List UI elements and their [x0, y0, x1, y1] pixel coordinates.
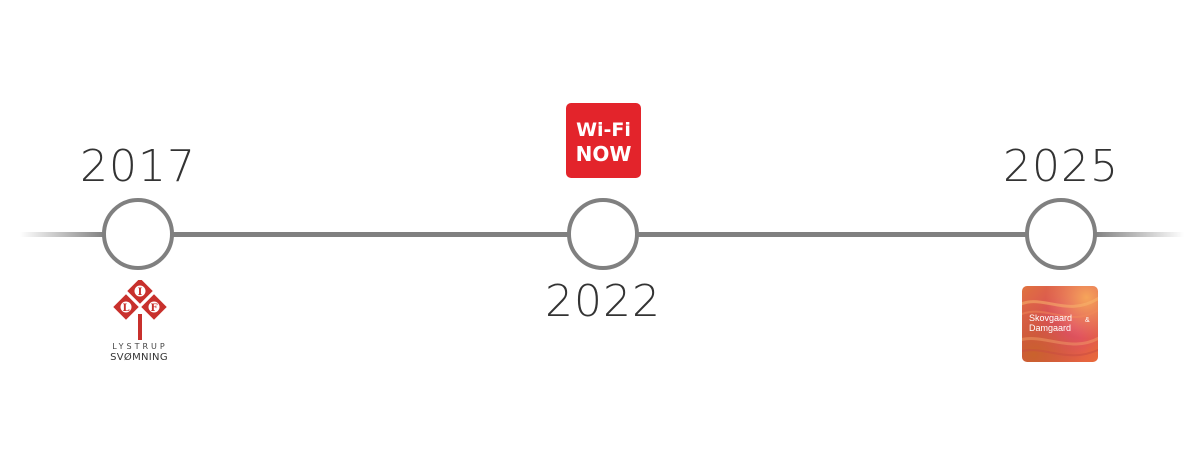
clover-icon: I L F — [113, 278, 167, 340]
timeline-line-fade-left — [20, 232, 105, 237]
logo-text-wifi: Wi-Fi — [576, 119, 631, 141]
year-label-2022: 2022 — [545, 276, 661, 327]
logo-text-svomning: SVØMNING — [110, 352, 168, 363]
logo-text-lystrup: LYSTRUP — [112, 342, 168, 351]
logo-letter-i: I — [138, 287, 143, 298]
skovgaard-damgaard-logo: Skovgaard Damgaard & — [1022, 286, 1098, 362]
logo-text-ampersand: & — [1085, 317, 1090, 324]
lystrup-svomning-logo: I L F LYSTRUP SVØMNING — [100, 278, 180, 370]
logo-text-damgaard: Damgaard — [1029, 323, 1072, 333]
wifi-now-logo: Wi-Fi NOW — [566, 103, 641, 178]
timeline-line-fade-right — [1094, 232, 1184, 237]
logo-letter-f: F — [150, 303, 157, 314]
year-label-2025: 2025 — [1003, 141, 1119, 192]
logo-text-now: NOW — [575, 142, 632, 166]
logo-text-block: Skovgaard Damgaard — [1029, 313, 1072, 333]
timeline-node-2025 — [1025, 198, 1097, 270]
year-label-2017: 2017 — [80, 141, 196, 192]
timeline-node-2017 — [102, 198, 174, 270]
timeline-node-2022 — [567, 198, 639, 270]
logo-text-skovgaard: Skovgaard — [1029, 313, 1073, 323]
logo-letter-l: L — [122, 303, 129, 314]
timeline-canvas: 2017 2022 2025 I L F LYSTRUP SVØMNING Wi… — [0, 0, 1200, 450]
